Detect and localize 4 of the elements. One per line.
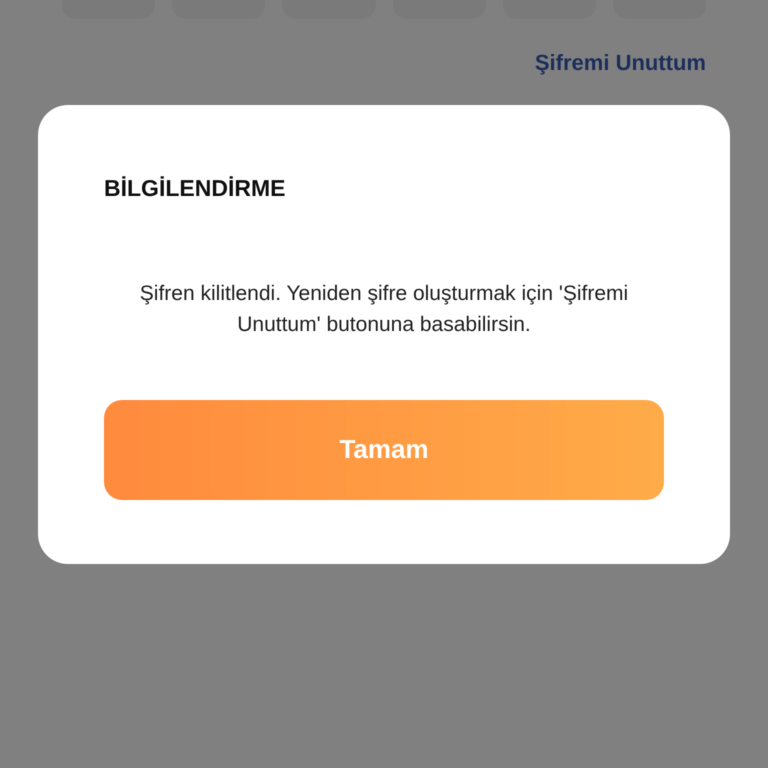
forgot-password-link[interactable]: Şifremi Unuttum <box>534 50 706 75</box>
dialog-message: Şifren kilitlendi. Yeniden şifre oluşturmak için 'Şifremi Unuttum' butonuna basabilirsin. <box>138 280 630 338</box>
ok-button[interactable]: Tamam <box>104 400 664 500</box>
dialog-title: BİLGİLENDİRME <box>104 175 286 203</box>
